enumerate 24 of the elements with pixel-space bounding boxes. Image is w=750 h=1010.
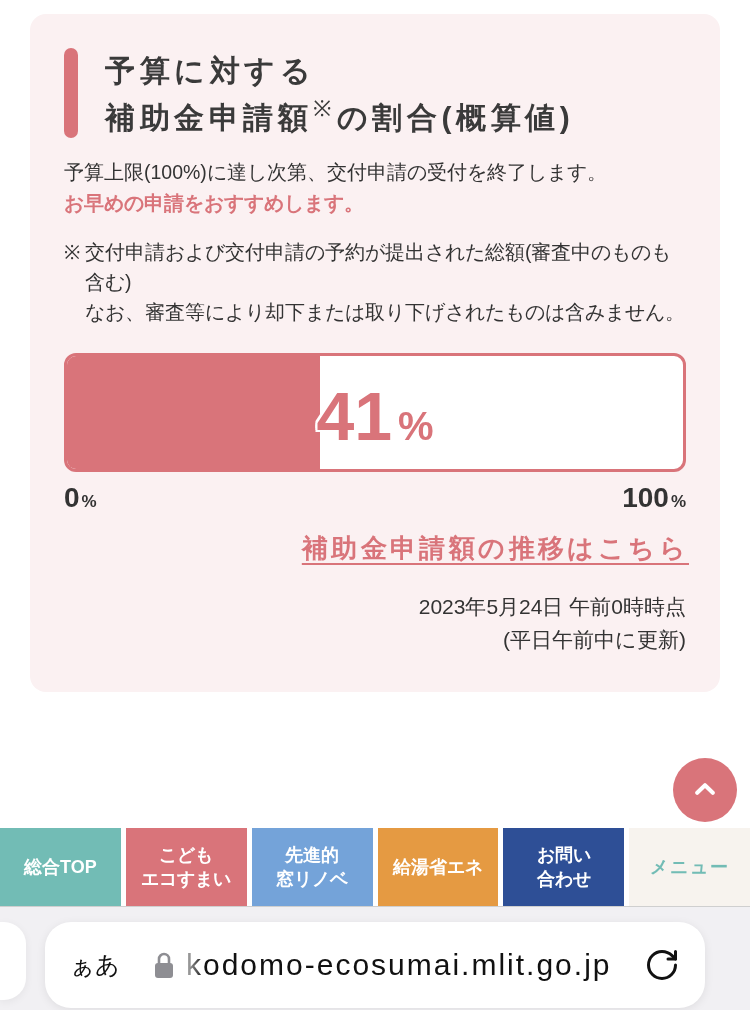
chevron-up-icon	[695, 783, 715, 795]
footnote-text: なお、審査等により却下または取り下げされたものは含みません。	[85, 300, 686, 325]
notice-text: 予算上限(100%)に達し次第、交付申請の受付を終了します。	[64, 160, 608, 185]
update-timestamp: 2023年5月24日 午前0時時点	[418, 594, 686, 620]
lock-icon	[154, 952, 174, 978]
address-bar[interactable]: ぁあ kodomo-ecosumai.mlit.go.jp	[45, 922, 705, 1008]
menu-button[interactable]: メニュー	[629, 828, 750, 906]
footnote-mark: ※	[64, 240, 81, 265]
footnote-text: 交付申請および交付申請の予約が提出された総額(審査中のものも含む)	[85, 240, 673, 295]
url-text[interactable]: kodomo-ecosumai.mlit.go.jp	[186, 948, 612, 982]
text-size-button[interactable]: ぁあ	[70, 950, 120, 980]
scale-min-label: 0%	[64, 484, 97, 515]
section-title: 予算に対する 補助金申請額$^{※}$の割合(概算値)	[105, 53, 575, 136]
recommendation-text: お早めの申請をおすすめします。	[64, 191, 365, 216]
nav-button[interactable]: 先進的 窓リノベ	[251, 828, 373, 906]
nav-button[interactable]: 総合TOP	[0, 828, 121, 906]
reload-icon	[644, 947, 680, 983]
nav-button[interactable]: 給湯省エネ	[377, 828, 499, 906]
reload-button[interactable]	[644, 947, 680, 983]
scale-max-label: 100%	[622, 484, 686, 515]
nav-button[interactable]: お問い 合わせ	[503, 828, 625, 906]
update-frequency-note: (平日午前中に更新)	[503, 627, 686, 653]
nav-button[interactable]: こども エコすまい	[125, 828, 247, 906]
history-link[interactable]: 補助金申請額の推移はこちら	[301, 530, 689, 566]
